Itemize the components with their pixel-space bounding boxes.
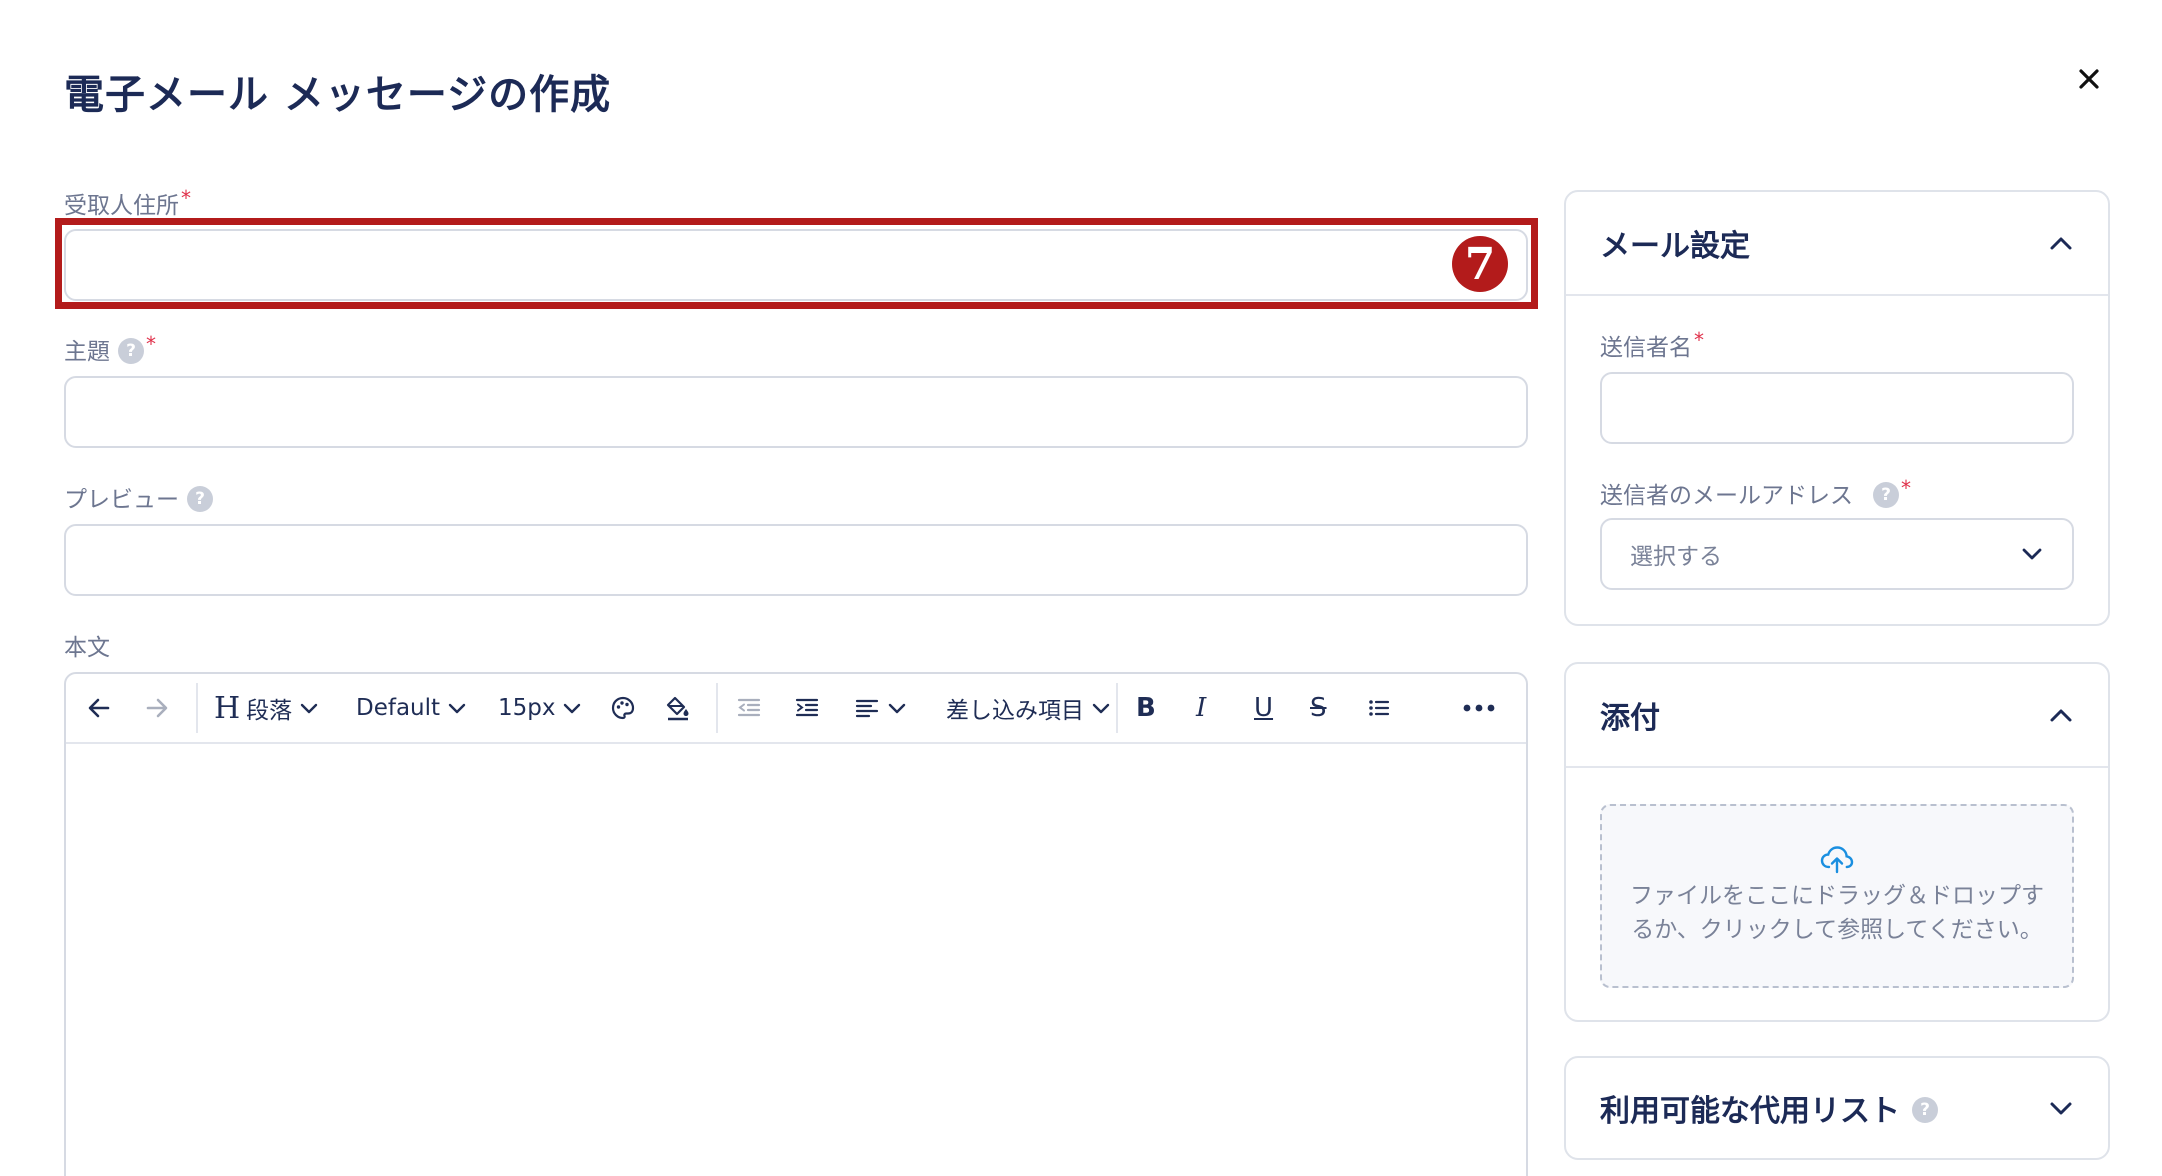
chevron-down-icon <box>2022 548 2042 560</box>
chevron-up-icon[interactable] <box>2046 228 2076 258</box>
strikethrough-icon: S <box>1310 693 1327 723</box>
preview-label: プレビュー ? <box>64 480 213 514</box>
italic-button[interactable]: I <box>1180 673 1238 743</box>
cloud-upload-icon <box>1820 846 1854 874</box>
close-button[interactable] <box>2072 62 2106 96</box>
underline-button[interactable]: U <box>1238 673 1296 743</box>
attachments-panel: 添付 ファイルをここにドラッグ＆ドロップするか、クリックして参照してください。 <box>1564 662 2110 1022</box>
font-size-dropdown[interactable]: 15px <box>482 673 596 743</box>
help-icon[interactable]: ? <box>1873 482 1899 508</box>
undo-button[interactable] <box>86 673 144 743</box>
font-family-dropdown[interactable]: Default <box>336 673 482 743</box>
chevron-down-icon <box>564 703 581 714</box>
file-dropzone[interactable]: ファイルをここにドラッグ＆ドロップするか、クリックして参照してください。 <box>1600 804 2074 988</box>
align-dropdown[interactable] <box>838 673 926 743</box>
annotation-badge: 7 <box>1452 236 1508 292</box>
align-left-icon <box>855 699 879 718</box>
chevron-down-icon <box>448 703 466 714</box>
bold-button[interactable]: B <box>1118 673 1180 743</box>
heading-icon: H <box>214 690 241 726</box>
strikethrough-button[interactable]: S <box>1296 673 1354 743</box>
redo-button[interactable] <box>144 673 196 743</box>
underline-icon: U <box>1254 693 1274 723</box>
italic-icon: I <box>1196 693 1207 723</box>
substitution-lists-header[interactable]: 利用可能な代用リスト ? <box>1566 1058 2108 1158</box>
chevron-down-icon[interactable] <box>2046 1093 2076 1123</box>
bullet-list-icon <box>1369 700 1390 716</box>
outdent-icon <box>737 698 761 717</box>
outdent-button[interactable] <box>718 673 780 743</box>
chevron-up-icon[interactable] <box>2046 700 2076 730</box>
recipient-label: 受取人住所 * <box>64 186 191 219</box>
dialog-title: 電子メール メッセージの作成 <box>64 72 612 118</box>
help-icon[interactable]: ? <box>187 486 213 512</box>
chevron-down-icon <box>300 703 318 714</box>
sender-email-label: 送信者のメールアドレス ? * <box>1600 476 1911 509</box>
bold-icon: B <box>1136 693 1156 723</box>
arrow-right-icon <box>146 698 168 718</box>
help-icon[interactable]: ? <box>1912 1097 1938 1123</box>
body-editor[interactable]: H 段落 Default 15px 差し込み項目 B I U S <box>64 672 1528 1176</box>
attachments-header[interactable]: 添付 <box>1566 664 2108 766</box>
substitution-lists-title: 利用可能な代用リスト ? <box>1600 1086 1938 1130</box>
mail-settings-panel: メール設定 送信者名 * 送信者のメールアドレス ? * 選択する <box>1564 190 2110 626</box>
substitution-lists-panel: 利用可能な代用リスト ? <box>1564 1056 2110 1160</box>
sender-name-label: 送信者名 * <box>1600 328 1704 361</box>
highlight-color-button[interactable] <box>654 673 708 743</box>
chevron-down-icon <box>888 703 906 714</box>
editor-toolbar: H 段落 Default 15px 差し込み項目 B I U S <box>66 674 1526 744</box>
paragraph-style-dropdown[interactable]: H 段落 <box>198 673 336 743</box>
panel-divider <box>1566 766 2108 768</box>
paint-bucket-icon <box>666 696 689 721</box>
body-label: 本文 <box>64 635 110 661</box>
palette-icon <box>611 696 635 720</box>
preview-input[interactable] <box>64 524 1528 596</box>
mail-settings-header[interactable]: メール設定 <box>1566 192 2108 294</box>
indent-icon <box>795 698 819 717</box>
help-icon[interactable]: ? <box>118 338 144 364</box>
subject-label: 主題 ? * <box>64 332 156 365</box>
close-icon <box>2079 69 2099 89</box>
subject-input[interactable] <box>64 376 1528 448</box>
panel-divider <box>1566 294 2108 296</box>
text-color-button[interactable] <box>596 673 654 743</box>
chevron-down-icon <box>1092 703 1110 714</box>
more-options-button[interactable] <box>1462 673 1506 743</box>
indent-button[interactable] <box>780 673 838 743</box>
arrow-left-icon <box>88 698 110 718</box>
bullet-list-button[interactable] <box>1354 673 1414 743</box>
more-horizontal-icon <box>1463 704 1495 712</box>
sender-email-select[interactable]: 選択する <box>1600 518 2074 590</box>
annotation-highlight <box>55 218 1538 309</box>
sender-name-input[interactable] <box>1600 372 2074 444</box>
merge-fields-dropdown[interactable]: 差し込み項目 <box>926 673 1116 743</box>
